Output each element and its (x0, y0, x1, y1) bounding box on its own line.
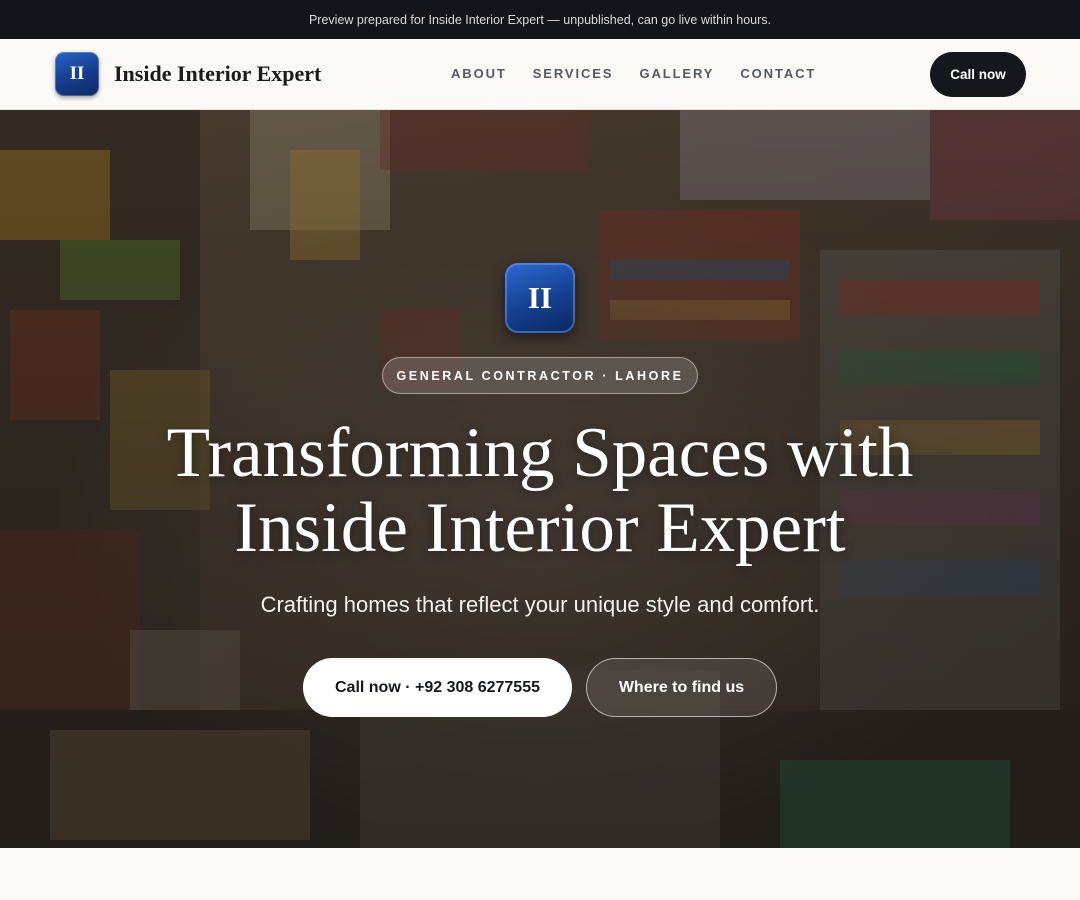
nav-link-contact[interactable]: CONTACT (740, 66, 816, 81)
main-nav: ABOUT SERVICES GALLERY CONTACT (451, 66, 816, 81)
hero-title-line-1: Transforming Spaces with (166, 414, 914, 492)
call-now-button[interactable]: Call now (930, 52, 1026, 97)
hero-subtitle: Crafting homes that reflect your unique … (260, 592, 820, 617)
hero-section: II GENERAL CONTRACTOR · LAHORE Transform… (0, 110, 1080, 848)
brand[interactable]: II Inside Interior Expert (55, 52, 321, 96)
hero-content: II GENERAL CONTRACTOR · LAHORE Transform… (0, 110, 1080, 848)
next-section (0, 848, 1080, 900)
where-to-find-us-button[interactable]: Where to find us (586, 658, 777, 717)
hero-logo: II (505, 263, 575, 333)
brand-logo-initials: II (69, 63, 85, 84)
hero-title-line-2: Inside Interior Expert (234, 489, 846, 567)
nav-link-gallery[interactable]: GALLERY (639, 66, 714, 81)
nav-link-about[interactable]: ABOUT (451, 66, 507, 81)
nav-link-services[interactable]: SERVICES (533, 66, 614, 81)
preview-banner: Preview prepared for Inside Interior Exp… (0, 0, 1080, 39)
brand-logo[interactable]: II (55, 52, 99, 96)
preview-banner-text: Preview prepared for Inside Interior Exp… (308, 12, 772, 27)
hero-title: Transforming Spaces with Inside Interior… (60, 416, 1020, 566)
call-phone-button[interactable]: Call now · +92 308 6277555 (303, 658, 572, 717)
brand-name[interactable]: Inside Interior Expert (114, 61, 321, 87)
hero-tag: GENERAL CONTRACTOR · LAHORE (382, 357, 698, 394)
site-header: II Inside Interior Expert ABOUT SERVICES… (0, 39, 1080, 110)
hero-logo-initials: II (527, 280, 553, 315)
